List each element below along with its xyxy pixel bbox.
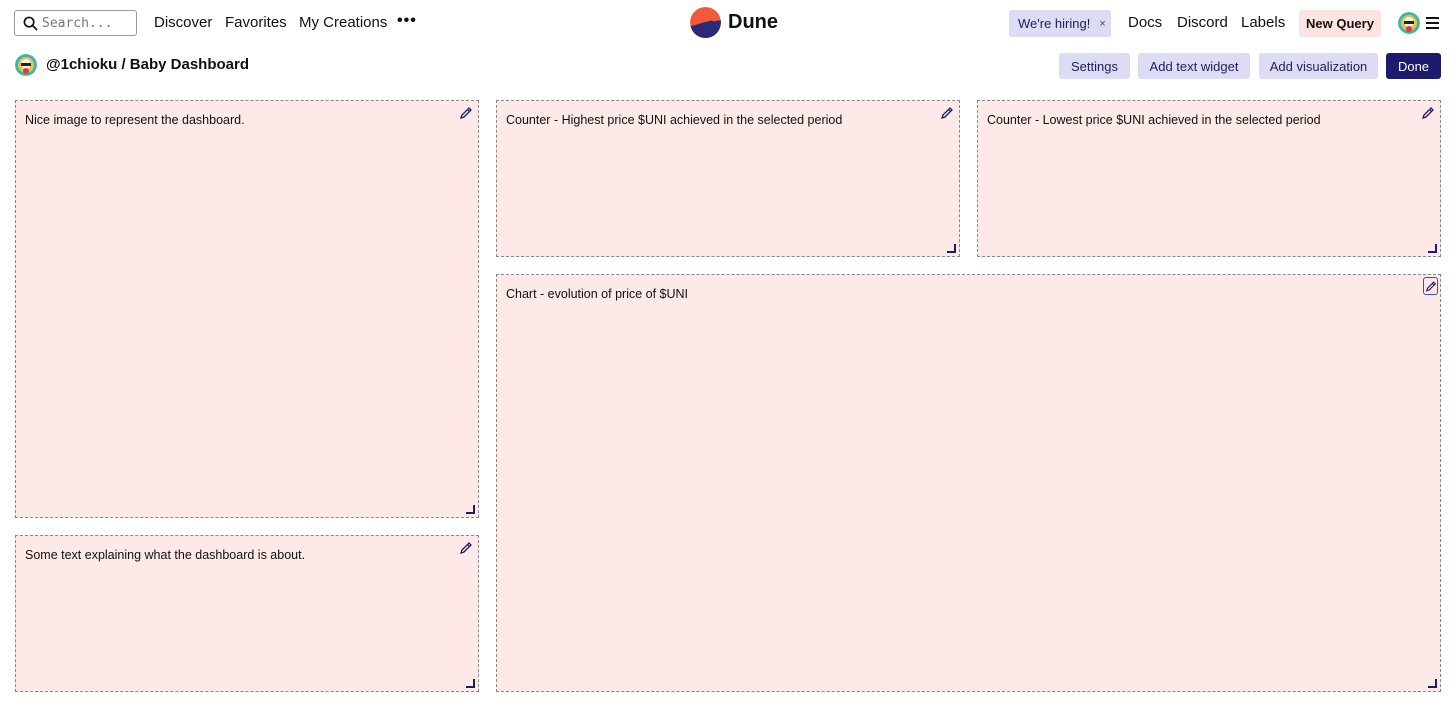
resize-handle[interactable] xyxy=(466,679,475,688)
widget-description-text[interactable]: Some text explaining what the dashboard … xyxy=(15,535,479,692)
resize-handle[interactable] xyxy=(1428,679,1437,688)
pencil-icon[interactable] xyxy=(459,106,473,120)
owner-avatar xyxy=(15,54,37,76)
dune-logo-icon xyxy=(690,7,721,38)
nav-favorites[interactable]: Favorites xyxy=(225,14,287,31)
search-input[interactable]: Search... xyxy=(14,10,137,36)
search-placeholder: Search... xyxy=(42,15,113,31)
done-button[interactable]: Done xyxy=(1386,53,1441,79)
widget-image-placeholder[interactable]: Nice image to represent the dashboard. xyxy=(15,100,479,518)
hiring-banner[interactable]: We're hiring! × xyxy=(1009,10,1111,37)
top-nav: Search... Discover Favorites My Creation… xyxy=(0,0,1456,46)
widget-text: Some text explaining what the dashboard … xyxy=(25,548,306,562)
user-avatar[interactable] xyxy=(1398,12,1420,34)
add-visualization-button[interactable]: Add visualization xyxy=(1259,53,1378,79)
menu-icon[interactable] xyxy=(1426,17,1439,32)
pencil-icon[interactable] xyxy=(940,106,954,120)
pencil-icon[interactable] xyxy=(1421,106,1435,120)
brand-logo[interactable]: Dune xyxy=(690,7,778,38)
widget-text: Counter - Lowest price $UNI achieved in … xyxy=(987,113,1321,127)
pencil-icon[interactable] xyxy=(459,541,473,555)
more-menu-icon[interactable]: ••• xyxy=(397,12,417,30)
dashboard-breadcrumb[interactable]: @1chioku / Baby Dashboard xyxy=(46,56,249,73)
add-text-widget-button[interactable]: Add text widget xyxy=(1138,53,1250,79)
widget-price-chart[interactable]: Chart - evolution of price of $UNI xyxy=(496,274,1441,692)
new-query-button[interactable]: New Query xyxy=(1299,10,1381,37)
nav-docs[interactable]: Docs xyxy=(1128,14,1162,31)
resize-handle[interactable] xyxy=(1428,244,1437,253)
nav-labels[interactable]: Labels xyxy=(1241,14,1285,31)
hiring-label: We're hiring! xyxy=(1018,16,1091,31)
nav-discord[interactable]: Discord xyxy=(1177,14,1228,31)
widget-lowest-price-counter[interactable]: Counter - Lowest price $UNI achieved in … xyxy=(977,100,1441,257)
pencil-icon[interactable] xyxy=(1423,277,1438,295)
resize-handle[interactable] xyxy=(466,505,475,514)
widget-text: Counter - Highest price $UNI achieved in… xyxy=(506,113,843,127)
close-icon[interactable]: × xyxy=(1099,18,1105,30)
settings-button[interactable]: Settings xyxy=(1059,53,1130,79)
widget-text: Nice image to represent the dashboard. xyxy=(25,113,245,127)
resize-handle[interactable] xyxy=(947,244,956,253)
search-icon xyxy=(23,16,38,31)
nav-my-creations[interactable]: My Creations xyxy=(299,14,387,31)
brand-name: Dune xyxy=(728,11,778,33)
nav-discover[interactable]: Discover xyxy=(154,14,212,31)
widget-highest-price-counter[interactable]: Counter - Highest price $UNI achieved in… xyxy=(496,100,960,257)
widget-text: Chart - evolution of price of $UNI xyxy=(506,287,689,301)
